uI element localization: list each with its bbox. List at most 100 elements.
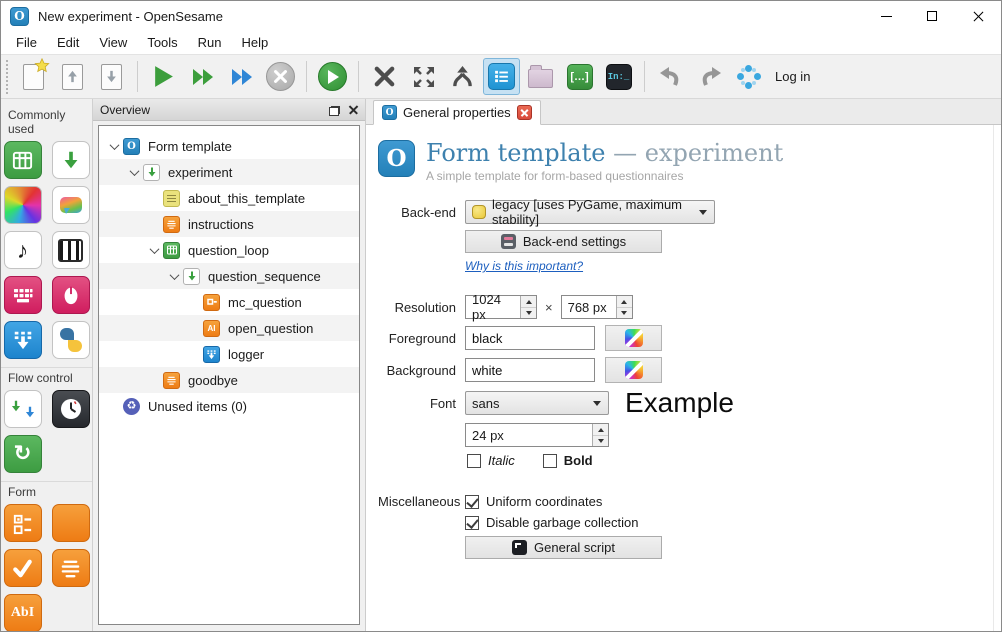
- item-sampler-button[interactable]: ♪: [3, 231, 42, 269]
- toggle-file-pool-button[interactable]: [522, 58, 559, 95]
- run-fullscreen-button[interactable]: [145, 58, 182, 95]
- tree-item-logger[interactable]: logger: [99, 341, 359, 367]
- item-form-consent-button[interactable]: [51, 504, 90, 542]
- italic-checkbox[interactable]: [467, 453, 481, 468]
- form-base-icon: [11, 512, 34, 535]
- menu-tools[interactable]: Tools: [137, 32, 187, 53]
- tree-item-about-this-template[interactable]: about_this_template: [99, 185, 359, 211]
- save-experiment-button[interactable]: [93, 58, 130, 95]
- maximize-icon: [927, 11, 937, 21]
- float-panel-button[interactable]: [329, 105, 340, 116]
- bold-checkbox[interactable]: [542, 453, 557, 468]
- disable-gc-item[interactable]: Disable garbage collection: [465, 515, 638, 530]
- minimize-button[interactable]: [863, 1, 909, 31]
- one-tab-mode-button[interactable]: [405, 58, 442, 95]
- foreground-color-picker-button[interactable]: [605, 325, 662, 352]
- item-advanced-delay-button[interactable]: [51, 390, 90, 428]
- item-feedback-button[interactable]: [51, 186, 90, 224]
- resolution-width-spinbox[interactable]: 1024 px: [465, 292, 537, 322]
- merge-tabs-button[interactable]: [444, 58, 481, 95]
- kill-experiment-button[interactable]: [262, 58, 299, 95]
- foreground-input[interactable]: [465, 326, 595, 351]
- osf-login-button[interactable]: [730, 58, 767, 95]
- opensesame-icon: O: [123, 137, 140, 155]
- general-script-button[interactable]: General script: [465, 536, 662, 560]
- backend-select[interactable]: legacy [uses PyGame, maximum stability]: [465, 197, 715, 228]
- undo-button[interactable]: [652, 58, 689, 95]
- tree-item-unused-items[interactable]: ♻ Unused items (0): [99, 393, 359, 419]
- bold-checkbox-item[interactable]: Bold: [542, 453, 593, 468]
- item-repeat-cycle-button[interactable]: ↻: [3, 435, 42, 473]
- tree-item-question-sequence[interactable]: question_sequence: [99, 263, 359, 289]
- item-mouse-response-button[interactable]: [51, 276, 90, 314]
- close-all-tabs-button[interactable]: [366, 58, 403, 95]
- menu-help[interactable]: Help: [232, 32, 279, 53]
- close-panel-button[interactable]: [349, 105, 358, 114]
- item-run-if-button[interactable]: [3, 390, 42, 428]
- maximize-button[interactable]: [909, 1, 955, 31]
- menu-run[interactable]: Run: [188, 32, 232, 53]
- run-in-browser-button[interactable]: [223, 58, 260, 95]
- toggle-debug-window-button[interactable]: In:_: [600, 58, 637, 95]
- menu-file[interactable]: File: [6, 32, 47, 53]
- backend-settings-button[interactable]: Back-end settings: [465, 230, 662, 254]
- background-color-picker-button[interactable]: [605, 357, 662, 384]
- tree-item-experiment[interactable]: experiment: [99, 159, 359, 185]
- new-experiment-button[interactable]: [15, 58, 52, 95]
- item-logger-button[interactable]: [3, 321, 42, 359]
- item-sequence-button[interactable]: [51, 141, 90, 179]
- login-label[interactable]: Log in: [775, 69, 810, 84]
- spin-buttons[interactable]: [520, 296, 536, 319]
- tree-item-instructions[interactable]: instructions: [99, 211, 359, 237]
- item-form-text-input-button[interactable]: AbI: [3, 594, 42, 631]
- toolbar-drag-handle[interactable]: [6, 59, 8, 94]
- spin-buttons[interactable]: [615, 296, 632, 319]
- toggle-overview-button[interactable]: [483, 58, 520, 95]
- redo-button[interactable]: [691, 58, 728, 95]
- uniform-coordinates-checkbox[interactable]: [465, 494, 479, 509]
- why-important-link[interactable]: Why is this important?: [465, 259, 583, 273]
- item-sketchpad-button[interactable]: [3, 186, 42, 224]
- python-icon: [58, 327, 84, 353]
- toggle-variable-inspector-button[interactable]: […]: [561, 58, 598, 95]
- logger-icon: [203, 345, 220, 363]
- item-keyboard-response-button[interactable]: [3, 276, 42, 314]
- item-synth-button[interactable]: [51, 231, 90, 269]
- run-quick-button[interactable]: [184, 58, 221, 95]
- item-form-base-button[interactable]: [3, 504, 42, 542]
- tab-close-button[interactable]: [516, 105, 532, 120]
- item-form-text-display-button[interactable]: [51, 549, 90, 587]
- tree-item-form-template[interactable]: O Form template: [99, 133, 359, 159]
- spin-buttons[interactable]: [592, 424, 608, 447]
- opensesame-logo-icon: O: [10, 6, 29, 26]
- menu-view[interactable]: View: [89, 32, 137, 53]
- disable-gc-checkbox[interactable]: [465, 515, 479, 530]
- tree-item-mc-question[interactable]: mc_question: [99, 289, 359, 315]
- tree-item-label: Unused items (0): [148, 398, 247, 414]
- close-button[interactable]: [955, 1, 1001, 31]
- tree-item-question-loop[interactable]: question_loop: [99, 237, 359, 263]
- backend-value: legacy [uses PyGame, maximum stability]: [492, 197, 683, 228]
- title-bar: O New experiment - OpenSesame: [1, 1, 1001, 31]
- menu-edit[interactable]: Edit: [47, 32, 89, 53]
- item-loop-button[interactable]: [3, 141, 42, 179]
- stop-circle-icon: [266, 62, 295, 91]
- tree-item-open-question[interactable]: AI open_question: [99, 315, 359, 341]
- loop-icon: [163, 241, 180, 259]
- resolution-height-spinbox[interactable]: 768 px: [560, 295, 633, 320]
- open-experiment-button[interactable]: [54, 58, 91, 95]
- tree-item-goodbye[interactable]: goodbye: [99, 367, 359, 393]
- font-size-spinbox[interactable]: 24 px: [465, 423, 609, 448]
- toolbar-separator: [644, 61, 645, 92]
- page-title[interactable]: Form template — experiment: [426, 140, 783, 166]
- uniform-coordinates-item[interactable]: Uniform coordinates: [465, 494, 602, 509]
- run-single-process-button[interactable]: [314, 58, 351, 95]
- italic-checkbox-item[interactable]: Italic: [467, 453, 515, 468]
- font-family-select[interactable]: sans: [465, 391, 609, 416]
- tab-general-properties[interactable]: O General properties: [373, 100, 541, 125]
- play-icon: [151, 64, 176, 89]
- item-form-multiple-choice-button[interactable]: [3, 549, 42, 587]
- item-inline-script-button[interactable]: [51, 321, 90, 359]
- background-input[interactable]: [465, 358, 595, 383]
- new-file-icon: [23, 64, 44, 90]
